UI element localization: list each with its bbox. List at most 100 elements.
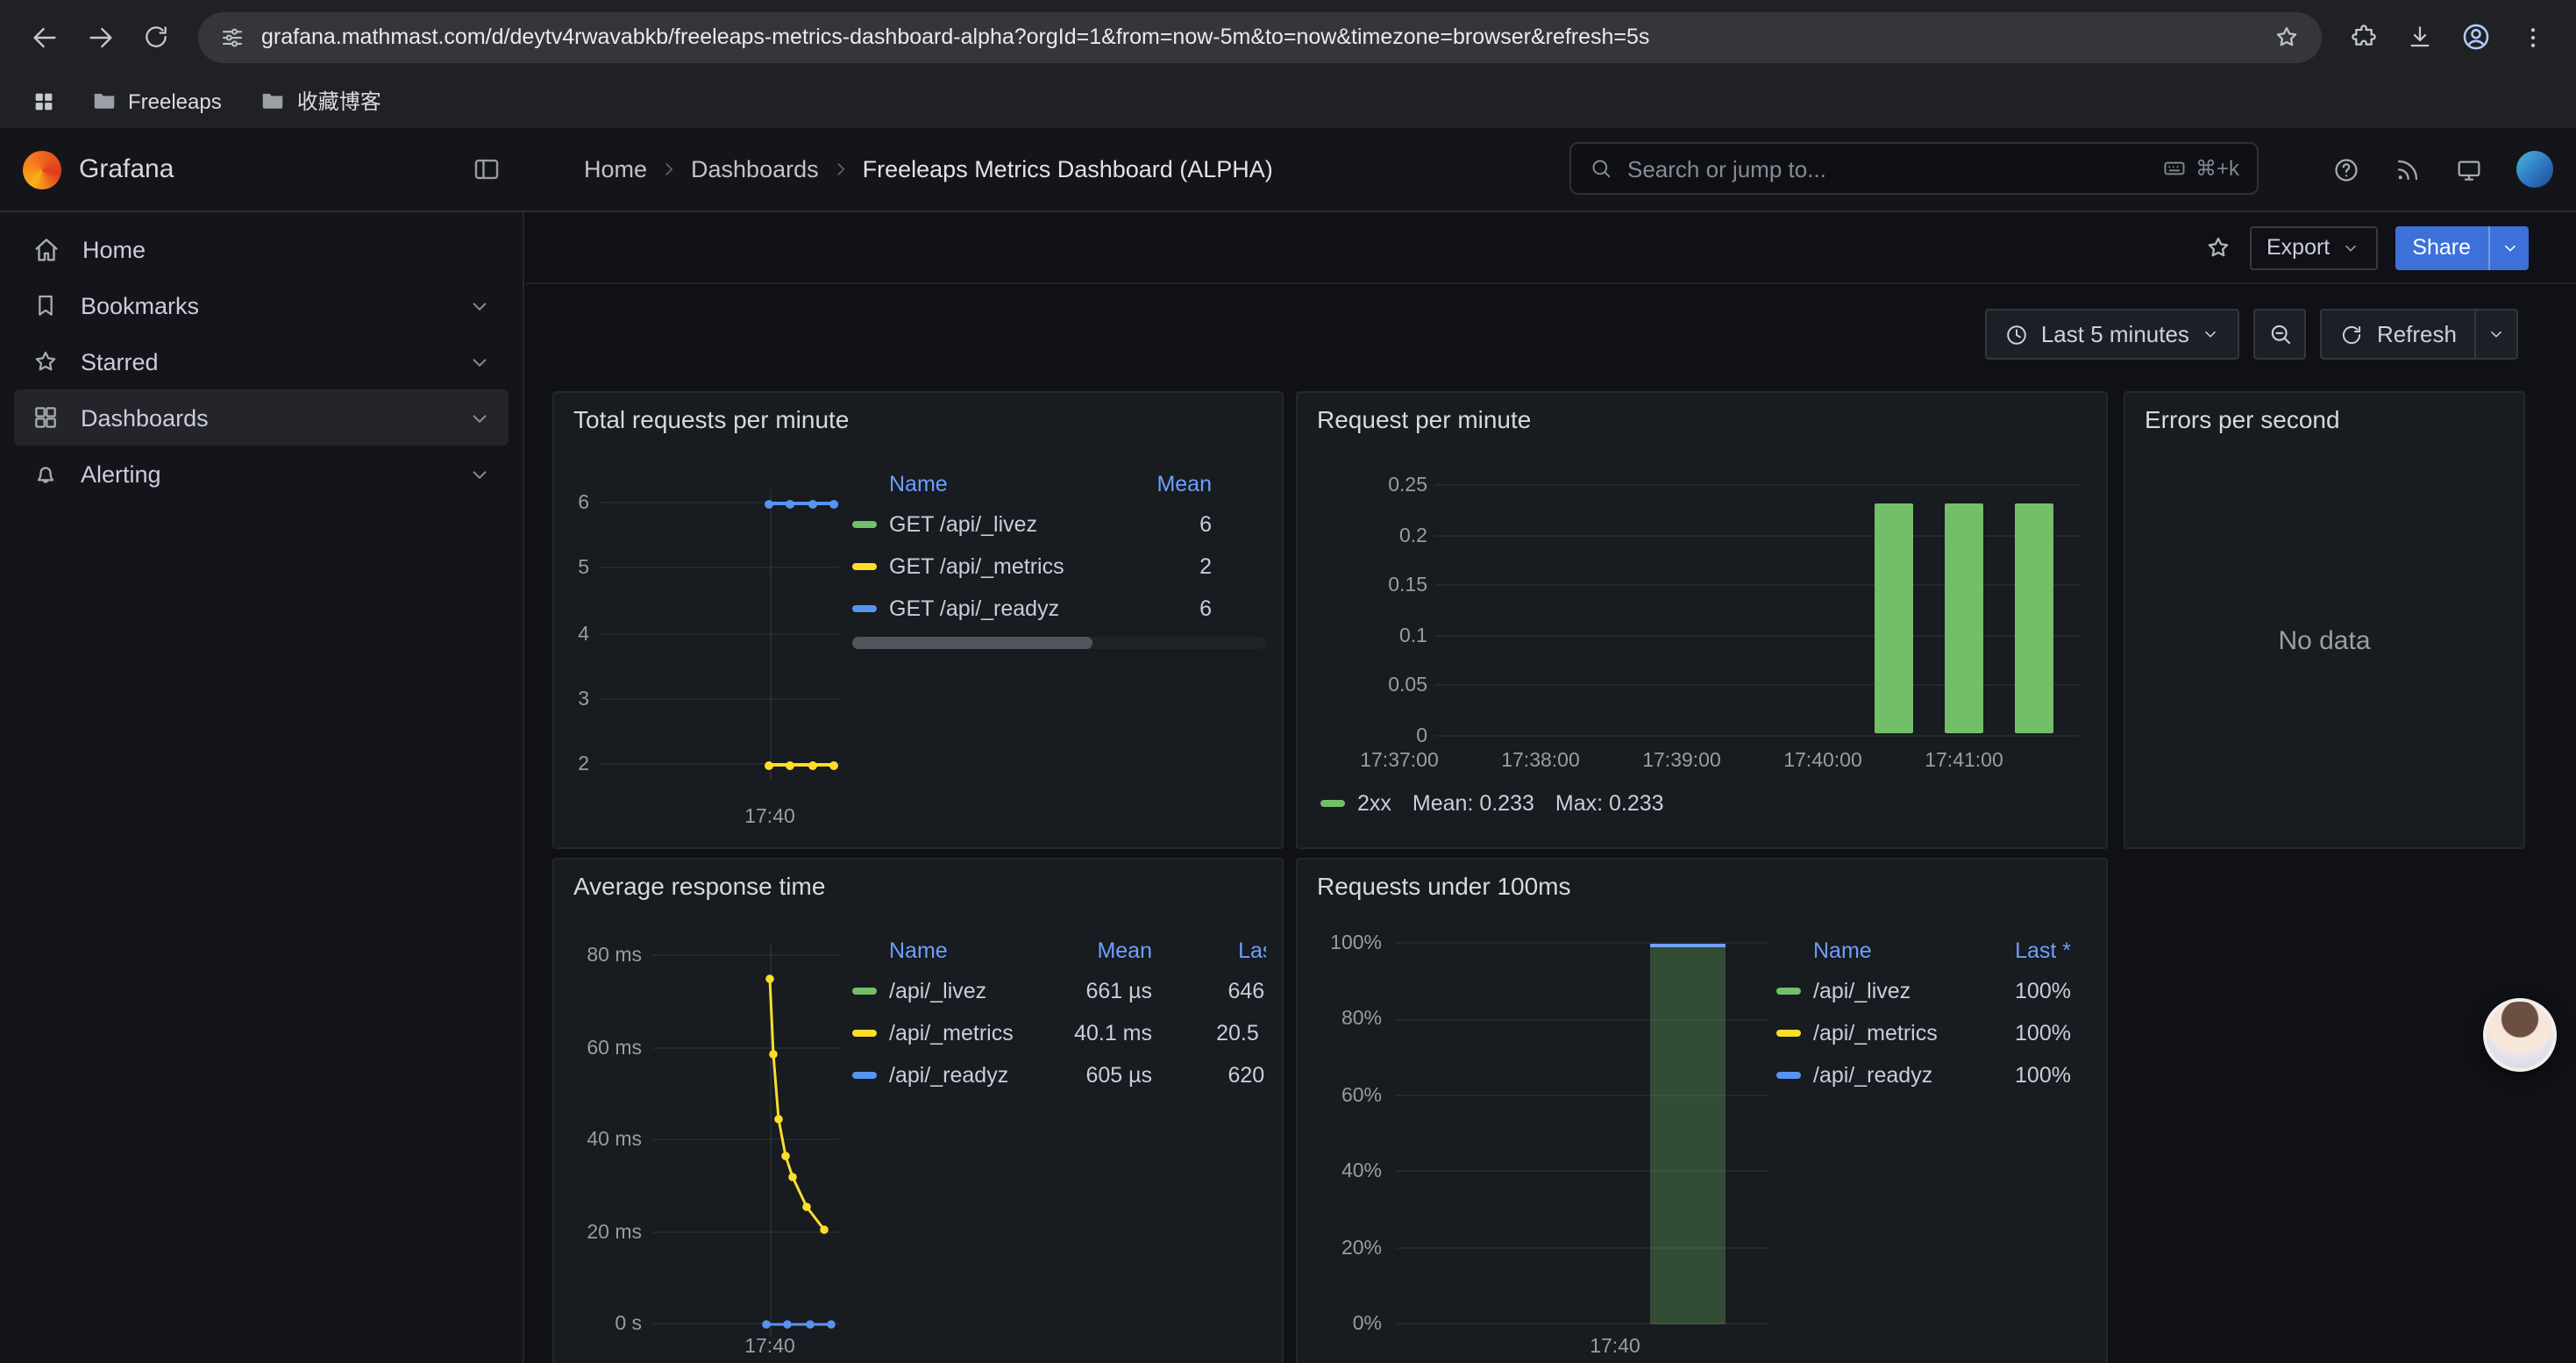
sidebar-item-home[interactable]: Home — [14, 221, 509, 277]
address-bar[interactable] — [198, 11, 2322, 62]
legend-header-name[interactable]: Name — [889, 472, 1142, 496]
menu-kebab-icon[interactable] — [2506, 11, 2558, 63]
extensions-icon[interactable] — [2338, 11, 2390, 63]
refresh-interval-caret-icon[interactable] — [2476, 325, 2516, 344]
breadcrumb-dashboards[interactable]: Dashboards — [691, 156, 819, 182]
site-settings-icon[interactable] — [219, 24, 246, 50]
legend-row[interactable]: /api/_readyz 100% — [1776, 1054, 2096, 1096]
chevron-right-icon — [659, 160, 679, 179]
legend-row[interactable]: /api/_metrics 100% — [1776, 1012, 2096, 1054]
sidebar-item-label: Home — [82, 236, 146, 262]
panel-title[interactable]: Average response time — [573, 872, 825, 900]
panel-request-per-minute: Request per minute 0.250.20.150.10.050 1… — [1296, 391, 2108, 849]
panel-legend[interactable]: 2xx Mean: 0.233 Max: 0.233 — [1320, 791, 1664, 816]
bookmark-folder-blog[interactable]: 收藏博客 — [246, 81, 395, 121]
chevron-down-icon[interactable] — [468, 406, 491, 429]
series-name: GET /api/_livez — [889, 512, 1142, 537]
legend-header-last[interactable]: Last * — [1966, 938, 2071, 963]
bell-icon — [32, 460, 60, 488]
export-button[interactable]: Export — [2249, 225, 2377, 269]
legend-row[interactable]: GET /api/_readyz 6 — [852, 588, 1266, 630]
legend-header-name[interactable]: Name — [1813, 938, 1966, 963]
legend-row[interactable]: /api/_livez 661 µs 646 µs — [852, 970, 1266, 1012]
series-name: /api/_readyz — [889, 1063, 1043, 1088]
legend-header-mean[interactable]: Mean — [1142, 472, 1212, 496]
y-axis: 65432 — [554, 493, 589, 775]
legend-row[interactable]: /api/_metrics 40.1 ms 20.5 ms — [852, 1012, 1266, 1054]
bookmark-label: 收藏博客 — [297, 86, 381, 116]
legend-row[interactable]: GET /api/_livez 6 — [852, 503, 1266, 546]
profile-avatar-icon[interactable] — [2450, 11, 2502, 63]
help-icon[interactable] — [2332, 155, 2360, 183]
chevron-down-icon[interactable] — [468, 462, 491, 485]
panel-requests-under-100ms: Requests under 100ms 100%80%60%40%20%0% … — [1296, 858, 2108, 1363]
sidebar-item-dashboards[interactable]: Dashboards — [14, 389, 509, 446]
apps-grid-icon[interactable] — [21, 78, 67, 124]
x-axis-tick: 17:40 — [1566, 1337, 1664, 1358]
screen: Freeleaps 收藏博客 Grafana Home Dashboards — [0, 0, 2576, 1363]
legend-row[interactable]: GET /api/_metrics 2 — [852, 546, 1266, 588]
zoom-out-button[interactable] — [2254, 309, 2307, 360]
refresh-button[interactable]: Refresh — [2321, 309, 2518, 360]
legend-header-name[interactable]: Name — [889, 938, 1043, 963]
folder-icon — [91, 88, 117, 114]
panel-title[interactable]: Errors per second — [2145, 405, 2340, 433]
legend-row[interactable]: /api/_livez 100% — [1776, 970, 2096, 1012]
sidebar-item-alerting[interactable]: Alerting — [14, 446, 509, 502]
series-last: 20.5 ms — [1152, 1021, 1266, 1045]
legend-scrollbar[interactable] — [852, 637, 1266, 649]
time-range-picker[interactable]: Last 5 minutes — [1985, 309, 2240, 360]
series-mean: 6 — [1142, 512, 1212, 537]
legend-header-last[interactable]: Last * — [1152, 938, 1266, 963]
user-avatar[interactable] — [2516, 151, 2553, 188]
sidebar-item-label: Dashboards — [81, 404, 209, 431]
news-rss-icon[interactable] — [2394, 155, 2422, 183]
panel-errors-per-second: Errors per second No data — [2124, 391, 2525, 849]
sidebar-item-bookmarks[interactable]: Bookmarks — [14, 277, 509, 333]
forward-icon[interactable] — [74, 11, 126, 63]
series-name: GET /api/_readyz — [889, 596, 1142, 621]
bookmark-star-icon[interactable] — [2273, 23, 2301, 51]
dock-menu-icon[interactable] — [472, 154, 502, 184]
chevron-down-icon[interactable] — [468, 294, 491, 317]
legend-row[interactable]: /api/_readyz 605 µs 620 µs — [852, 1054, 1266, 1096]
reload-icon[interactable] — [130, 11, 182, 63]
panel-total-requests: Total requests per minute 65432 17:40 Na… — [552, 391, 1284, 849]
bar — [1875, 503, 1913, 733]
panel-legend: Name Mean GET /api/_livez 6 GET /api/_me… — [852, 465, 1266, 630]
series-last: 100% — [1966, 979, 2071, 1003]
series-color-icon — [852, 563, 877, 570]
series-color-icon — [852, 605, 877, 612]
series-last: 646 µs — [1152, 979, 1266, 1003]
panel-title[interactable]: Requests under 100ms — [1317, 872, 1571, 900]
panel-title[interactable]: Request per minute — [1317, 405, 1531, 433]
legend-header-mean[interactable]: Mean — [1043, 938, 1152, 963]
url-input[interactable] — [261, 25, 2257, 49]
breadcrumb: Home Dashboards Freeleaps Metrics Dashbo… — [584, 128, 1273, 211]
back-icon[interactable] — [18, 11, 70, 63]
share-button[interactable]: Share — [2395, 225, 2529, 269]
chevron-down-icon[interactable] — [468, 350, 491, 373]
no-data-message: No data — [2125, 626, 2523, 656]
home-icon — [32, 234, 61, 264]
x-axis-tick: 17:40 — [721, 807, 819, 828]
bookmark-folder-freeleaps[interactable]: Freeleaps — [77, 82, 236, 119]
share-caret-icon[interactable] — [2490, 238, 2529, 257]
series-name: GET /api/_metrics — [889, 554, 1142, 579]
search-input[interactable]: Search or jump to... ⌘+k — [1569, 142, 2259, 195]
browser-toolbar — [0, 0, 2576, 74]
panel-title[interactable]: Total requests per minute — [573, 405, 849, 433]
series-mean: 661 µs — [1043, 979, 1152, 1003]
sidebar-item-starred[interactable]: Starred — [14, 333, 509, 389]
series-color-icon — [852, 521, 877, 528]
series-name: /api/_livez — [1813, 979, 1966, 1003]
monitor-icon[interactable] — [2455, 155, 2483, 183]
breadcrumb-home[interactable]: Home — [584, 156, 647, 182]
brand-name: Grafana — [79, 154, 174, 184]
downloads-icon[interactable] — [2394, 11, 2446, 63]
series-color-icon — [1776, 1030, 1801, 1037]
sidebar-item-label: Alerting — [81, 460, 161, 487]
grafana-logo[interactable] — [23, 150, 61, 189]
floating-avatar[interactable] — [2483, 998, 2557, 1072]
favorite-star-icon[interactable] — [2203, 233, 2231, 261]
